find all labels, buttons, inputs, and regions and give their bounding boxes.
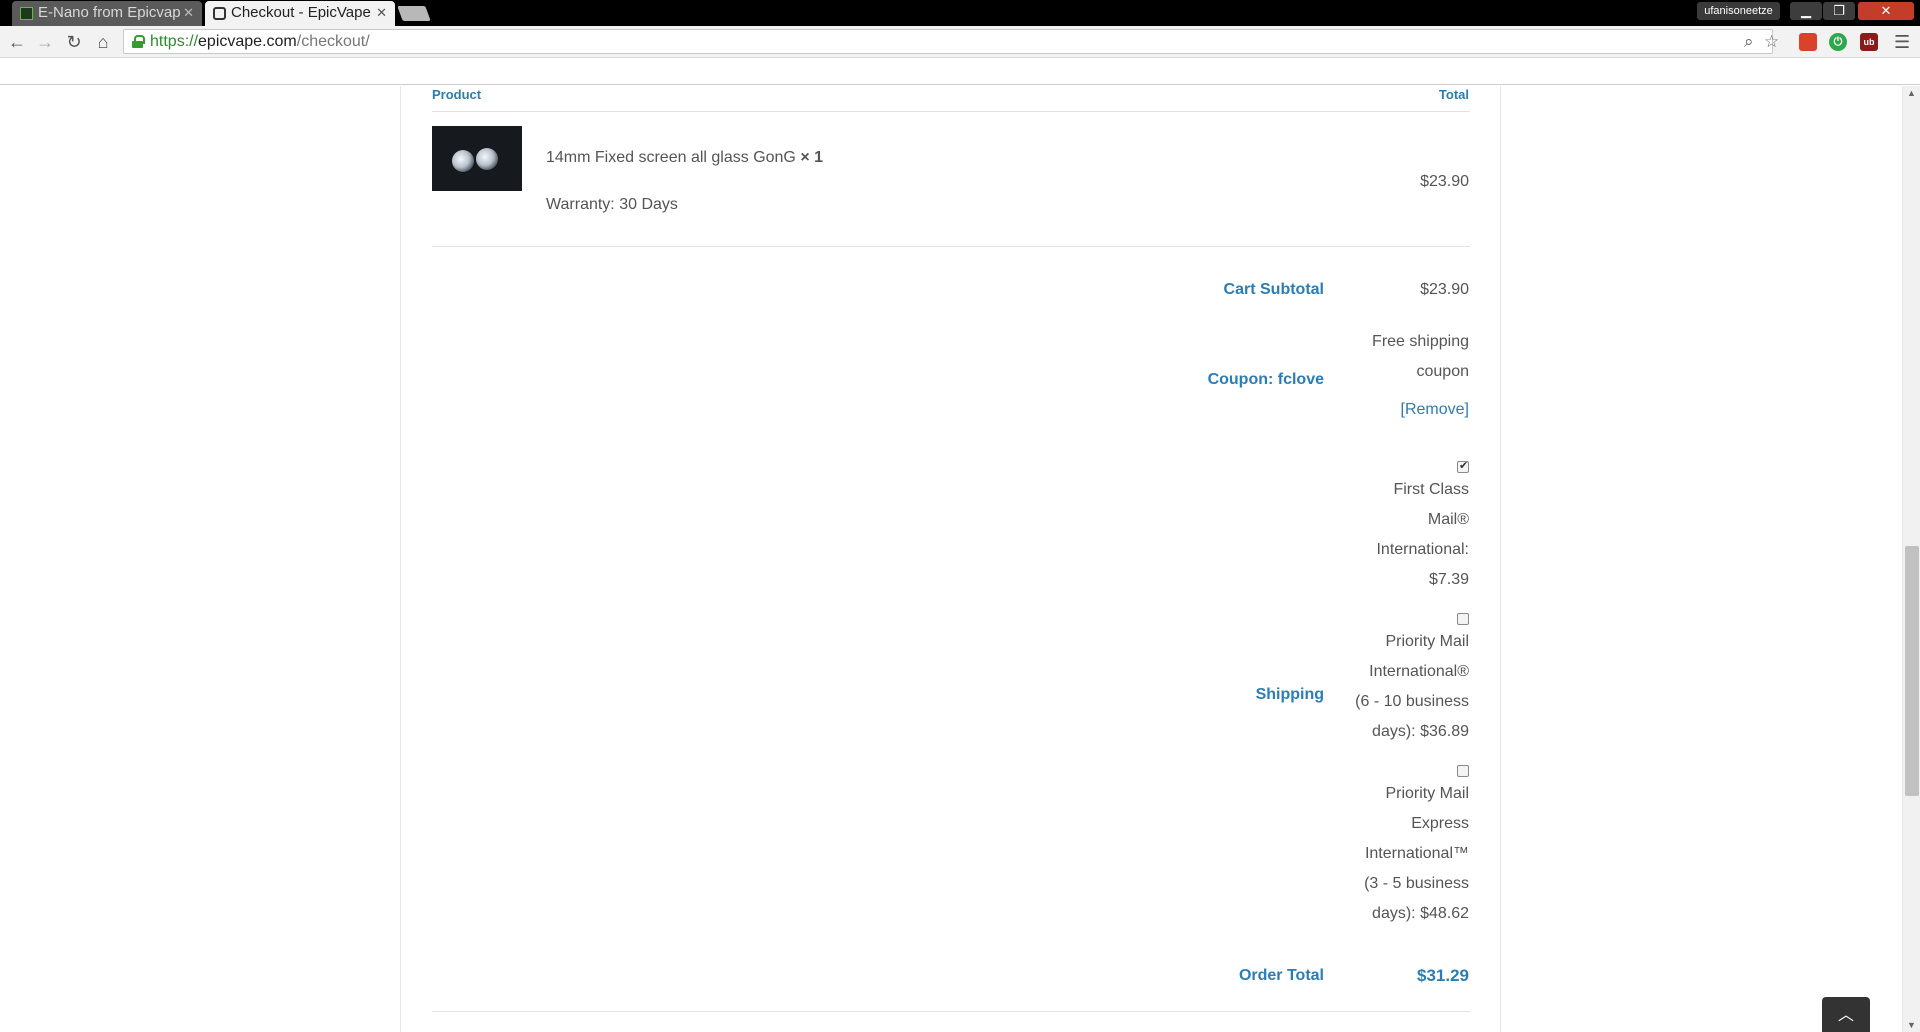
profile-badge[interactable]: ufanisoneetze — [1697, 2, 1780, 20]
page-scrollbar[interactable]: ▲ ▼ — [1902, 86, 1920, 1032]
tab-e-nano[interactable]: E-Nano from Epicvap ✕ — [12, 1, 202, 26]
shipping-option-express[interactable]: Priority Mail Express International™ (3 … — [1309, 779, 1469, 929]
product-total: $23.90 — [1420, 173, 1469, 190]
forward-arrow-icon[interactable]: → — [33, 30, 57, 54]
shipping-option-priority-radio[interactable] — [1457, 613, 1469, 625]
reload-icon[interactable]: ↻ — [62, 30, 86, 54]
chevron-up-icon: ︿ — [1837, 1007, 1854, 1024]
order-review-table: Product Total 14mm Fixed screen all glas… — [400, 86, 1501, 1032]
cart-subtotal-label: Cart Subtotal — [1223, 281, 1324, 298]
tab-title: Checkout - EpicVape — [231, 4, 371, 21]
new-tab-button[interactable] — [397, 6, 431, 21]
coupon-label: Coupon: fclove — [1207, 371, 1324, 388]
order-total-label: Order Total — [1238, 967, 1324, 984]
minimize-icon[interactable]: ▁ — [1790, 2, 1822, 20]
back-arrow-icon[interactable]: ← — [5, 30, 29, 54]
product-warranty: Warranty: 30 Days — [546, 196, 678, 213]
tab-title: E-Nano from Epicvap — [38, 4, 181, 21]
divider — [432, 246, 1470, 247]
back-to-top-button[interactable]: ︿ — [1822, 997, 1870, 1032]
bookmarks-bar — [0, 59, 1920, 85]
shipping-option-priority[interactable]: Priority Mail International® (6 - 10 bus… — [1309, 627, 1469, 747]
extension-book-icon[interactable] — [1799, 33, 1817, 51]
order-total-value: $31.29 — [1417, 966, 1469, 985]
remove-coupon-link[interactable]: [Remove] — [1401, 401, 1469, 419]
divider — [432, 111, 1470, 112]
header-product: Product — [432, 87, 482, 102]
browser-toolbar: ← → ↻ ⌂ https://epicvape.com/checkout/ ⌕… — [0, 26, 1920, 58]
lock-icon — [132, 35, 145, 48]
tab-checkout[interactable]: Checkout - EpicVape ✕ — [205, 1, 395, 26]
extension-green-icon[interactable]: ⏻ — [1829, 33, 1847, 51]
bookmark-star-icon[interactable]: ☆ — [1764, 32, 1779, 52]
tab-favicon-icon — [20, 7, 33, 20]
address-bar[interactable]: https://epicvape.com/checkout/ ⌕ ☆ — [123, 29, 1779, 54]
zoom-icon[interactable]: ⌕ — [1744, 32, 1754, 52]
scrollbar-thumb[interactable] — [1905, 546, 1919, 796]
home-icon[interactable]: ⌂ — [91, 30, 115, 54]
maximize-icon[interactable]: ❐ — [1823, 2, 1855, 20]
close-window-icon[interactable]: ✕ — [1858, 2, 1914, 20]
cart-subtotal-value: $23.90 — [1420, 281, 1469, 298]
product-qty: × 1 — [800, 149, 824, 166]
shipping-option-first-class[interactable]: First Class Mail® International: $7.39 — [1309, 475, 1469, 595]
divider — [432, 1011, 1470, 1012]
page-viewport: Product Total 14mm Fixed screen all glas… — [0, 86, 1902, 1032]
tab-close-icon[interactable]: ✕ — [183, 1, 194, 25]
window-titlebar: E-Nano from Epicvap ✕ Checkout - EpicVap… — [0, 0, 1920, 26]
product-thumbnail[interactable] — [432, 126, 522, 191]
product-name: 14mm Fixed screen all glass GonG × 1 — [546, 149, 824, 166]
tab-close-icon[interactable]: ✕ — [376, 1, 387, 25]
menu-icon[interactable]: ☰ — [1894, 32, 1910, 53]
coupon-description: Free shipping coupon — [1372, 333, 1469, 380]
shipping-option-first-class-radio[interactable] — [1457, 459, 1469, 473]
url-text[interactable]: https://epicvape.com/checkout/ — [150, 30, 370, 53]
scroll-up-icon[interactable]: ▲ — [1907, 88, 1916, 98]
extension-ublock-icon[interactable]: ub — [1860, 33, 1878, 51]
shipping-option-express-radio[interactable] — [1457, 765, 1469, 777]
tab-favicon-icon — [213, 7, 226, 20]
header-total: Total — [1438, 87, 1469, 102]
scroll-down-icon[interactable]: ▼ — [1907, 1020, 1916, 1030]
